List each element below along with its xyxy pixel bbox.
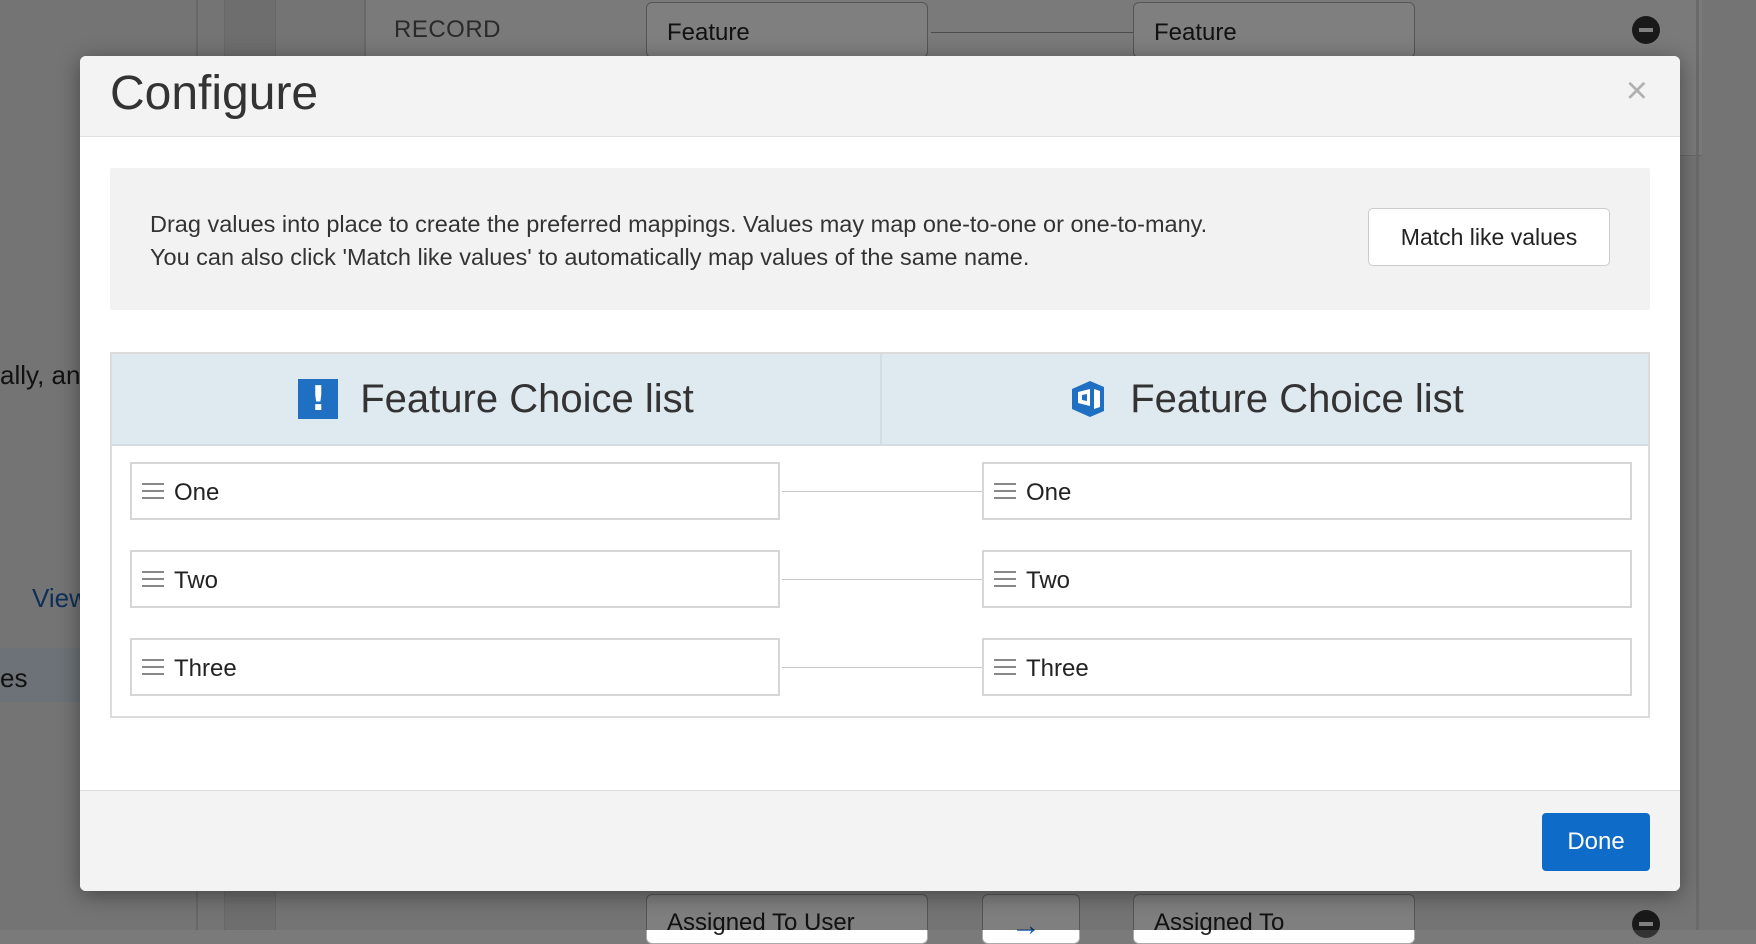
right-column-header: Feature Choice list bbox=[882, 354, 1650, 444]
mapping-connector bbox=[782, 579, 982, 580]
drag-handle-icon[interactable] bbox=[994, 571, 1016, 587]
left-column-header: ! Feature Choice list bbox=[112, 354, 882, 444]
drag-handle-icon[interactable] bbox=[994, 483, 1016, 499]
left-value-item[interactable]: One bbox=[130, 462, 780, 520]
drag-handle-icon[interactable] bbox=[142, 483, 164, 499]
left-value-item[interactable]: Two bbox=[130, 550, 780, 608]
value-mapping-table: ! Feature Choice list Feature Choice lis… bbox=[110, 352, 1650, 718]
azure-devops-icon bbox=[1072, 381, 1105, 417]
drag-handle-icon[interactable] bbox=[994, 659, 1016, 675]
right-header-label: Feature Choice list bbox=[1130, 376, 1464, 421]
right-value-item[interactable]: Two bbox=[982, 550, 1632, 608]
close-icon[interactable]: × bbox=[1626, 72, 1648, 110]
done-button[interactable]: Done bbox=[1542, 813, 1650, 871]
instructions-line-1: Drag values into place to create the pre… bbox=[150, 211, 1208, 237]
right-value-item[interactable]: One bbox=[982, 462, 1632, 520]
left-value-label: Two bbox=[174, 567, 219, 594]
modal-header: Configure × bbox=[80, 56, 1680, 137]
right-value-item[interactable]: Three bbox=[982, 638, 1632, 696]
modal-title: Configure bbox=[110, 67, 319, 120]
mapping-connector bbox=[782, 667, 982, 668]
mapping-connector bbox=[782, 491, 982, 492]
left-header-label: Feature Choice list bbox=[360, 376, 694, 421]
right-value-label: One bbox=[1026, 479, 1072, 506]
configure-modal: Configure × Drag values into place to cr… bbox=[80, 56, 1680, 891]
right-value-label: Two bbox=[1026, 567, 1071, 594]
instructions-line-2: You can also click 'Match like values' t… bbox=[150, 244, 1030, 270]
exclamation-icon: ! bbox=[298, 379, 339, 419]
modal-footer: Done bbox=[80, 790, 1680, 891]
left-value-label: One bbox=[174, 479, 220, 506]
mapping-header: ! Feature Choice list Feature Choice lis… bbox=[112, 354, 1648, 446]
instructions-box: Drag values into place to create the pre… bbox=[110, 168, 1650, 310]
left-value-item[interactable]: Three bbox=[130, 638, 780, 696]
left-value-label: Three bbox=[174, 655, 237, 682]
drag-handle-icon[interactable] bbox=[142, 659, 164, 675]
instructions-text: Drag values into place to create the pre… bbox=[150, 208, 1330, 274]
match-like-values-button[interactable]: Match like values bbox=[1368, 208, 1610, 266]
drag-handle-icon[interactable] bbox=[142, 571, 164, 587]
right-value-label: Three bbox=[1026, 655, 1089, 682]
